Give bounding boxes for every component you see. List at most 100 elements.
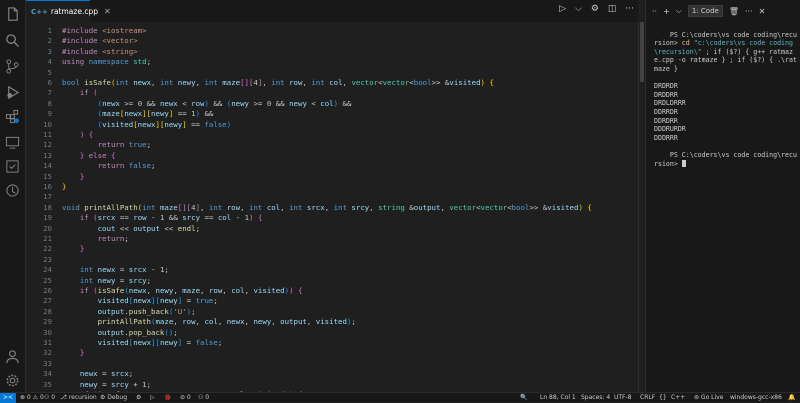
terminal-output[interactable]: PS C:\coders\vs code coding\recursion> c… [654, 22, 797, 177]
code-text: newx = srcx; [79, 369, 134, 379]
problems-count[interactable]: ⊗ 0 ⚠ 0 [20, 393, 44, 402]
run-debug-icon[interactable] [4, 84, 21, 101]
terminal-dropdown-icon[interactable]: ⌵ [676, 6, 682, 16]
line-number: 2 [47, 36, 52, 46]
files-icon[interactable] [4, 6, 21, 23]
settings-icon[interactable] [4, 372, 21, 389]
debug-config[interactable]: ⚙ Debug [100, 393, 127, 402]
line-number: 4 [47, 57, 52, 67]
bug-icon[interactable]: 🐞 [164, 393, 171, 402]
code-text: visited[newx][newy] = true; [97, 296, 218, 306]
go-live-button[interactable]: ⊚ Go Live [694, 393, 723, 402]
editor-actions: ▷ ⌵ ⚙ ◫ ··· [559, 4, 634, 14]
run-icon[interactable]: ▷ [150, 393, 155, 402]
more-icon[interactable]: ··· [745, 7, 753, 16]
gear-icon[interactable]: ⚙ [136, 393, 141, 402]
source-control-icon[interactable] [4, 58, 21, 75]
program-output: DRDRDR DRDDRR DRDLDRRR DDRRDR DDRDRR DDDRURDR… [654, 82, 797, 142]
line-number: 30 [43, 327, 52, 337]
language-mode[interactable]: C++ [671, 393, 685, 402]
code-editor[interactable]: 1 #include <iostream> 2 #include <vector> 3 #… [26, 22, 638, 392]
close-tab-icon[interactable]: ✕ [104, 7, 111, 16]
terminal-selector[interactable]: 1: Code [687, 5, 723, 17]
code-text: newy = srcy + 1; [79, 379, 152, 389]
chevron-down-icon[interactable]: ⌵ [575, 4, 582, 14]
line-number: 1 [47, 26, 52, 35]
code-text: bool isSafe(int newx, int newy, int maze… [62, 78, 494, 87]
line-number: 17 [43, 192, 52, 202]
line-number: 16 [43, 182, 52, 191]
code-text: } else { [79, 150, 116, 160]
account-icon[interactable] [4, 348, 21, 365]
testing-icon[interactable] [4, 158, 21, 175]
tab-bar: C++ ratmaze.cpp ✕ ▷ ⌵ ⚙ ◫ ··· [26, 0, 638, 23]
line-number: 24 [43, 265, 52, 275]
output-line: DDRDRR [654, 116, 678, 125]
editor-scrollbar[interactable] [638, 22, 645, 392]
terminal-command: cd [681, 39, 694, 48]
remote-explorer-icon[interactable] [4, 134, 21, 151]
ports-count[interactable]: ⚇ 0 [44, 393, 55, 402]
line-number: 26 [43, 286, 52, 295]
code-text: ) { [79, 130, 94, 139]
output-line: DDDRURDR [654, 125, 686, 134]
code-text: void printAllPath(int maze[][4], int row… [62, 202, 592, 212]
code-text: if (srcx == row - 1 && srcy == col - 1) … [79, 213, 263, 223]
code-text: #include <iostream> [62, 26, 147, 35]
braces-icon[interactable]: {} [659, 393, 667, 402]
line-number: 33 [43, 358, 52, 368]
gear-icon[interactable]: ⚙ [591, 4, 599, 14]
line-ending[interactable]: CRLF [640, 393, 655, 402]
code-text: return false; [97, 161, 156, 171]
overflow-icon[interactable]: ·· [652, 7, 657, 16]
trash-icon[interactable]: 🗑 [729, 7, 739, 16]
line-number: 23 [43, 254, 52, 264]
close-panel-icon[interactable]: ✕ [759, 7, 766, 16]
signal-count[interactable]: ⚇ 0 [198, 393, 209, 402]
code-text: (visited[newx][newy] == false) [97, 119, 232, 129]
extensions-icon[interactable] [4, 108, 21, 125]
info-count[interactable]: ⊘ 0 [180, 393, 191, 402]
code-text: visited[newx][newy] = false; [97, 338, 223, 347]
line-number: 27 [43, 296, 52, 306]
line-number: 28 [43, 306, 52, 316]
run-icon[interactable]: ▷ [559, 4, 566, 14]
code-text: } [79, 244, 85, 254]
output-line: DRDLDRRR [654, 99, 686, 108]
split-editor-icon[interactable]: ◫ [608, 4, 617, 14]
copilot-icon[interactable] [4, 182, 21, 199]
line-number: 29 [43, 317, 52, 327]
line-number: 19 [43, 213, 52, 223]
line-number: 12 [43, 140, 52, 150]
code-text: } [79, 348, 85, 358]
code-text: (newx >= 0 && newx < row) && (newy >= 0 … [97, 98, 352, 108]
terminal-panel: ·· + ⌵ 1: Code 🗑 ··· ✕ PS C:\coders\vs c… [645, 0, 800, 392]
new-terminal-icon[interactable]: + [663, 7, 670, 16]
line-number: 7 [47, 88, 52, 98]
terminal-toolbar: ·· + ⌵ 1: Code 🗑 ··· ✕ [646, 0, 800, 22]
search-icon[interactable] [4, 32, 21, 49]
notifications-icon[interactable]: 🔔 [788, 393, 795, 402]
branch-indicator[interactable]: ⎇ recursion [60, 393, 97, 402]
compiler-config[interactable]: windows-gcc-x86 [730, 393, 782, 402]
line-number: 21 [43, 234, 52, 243]
line-number: 9 [47, 109, 52, 119]
output-line: DRDDRR [654, 90, 678, 99]
line-number: 3 [47, 46, 52, 56]
code-text: using namespace std; [62, 57, 152, 67]
code-text: if ( [79, 88, 98, 98]
more-actions-icon[interactable]: ··· [625, 4, 634, 14]
tab-ratmaze-cpp[interactable]: C++ ratmaze.cpp ✕ [26, 0, 111, 22]
line-number: 25 [43, 275, 52, 285]
cursor-position[interactable]: Ln 88, Col 1 [540, 393, 576, 402]
line-number: 31 [43, 338, 52, 347]
code-text: int newx = srcx - 1; [79, 265, 169, 275]
indentation[interactable]: Spaces: 4 [581, 393, 610, 402]
line-number: 20 [43, 223, 52, 233]
code-text: } [79, 171, 85, 181]
code-text: } [62, 182, 67, 191]
tab-filename: ratmaze.cpp [50, 7, 98, 16]
encoding[interactable]: UTF-8 [614, 393, 632, 402]
zoom-icon[interactable]: 🔍 [520, 393, 527, 402]
scrollbar-thumb[interactable] [640, 22, 644, 82]
